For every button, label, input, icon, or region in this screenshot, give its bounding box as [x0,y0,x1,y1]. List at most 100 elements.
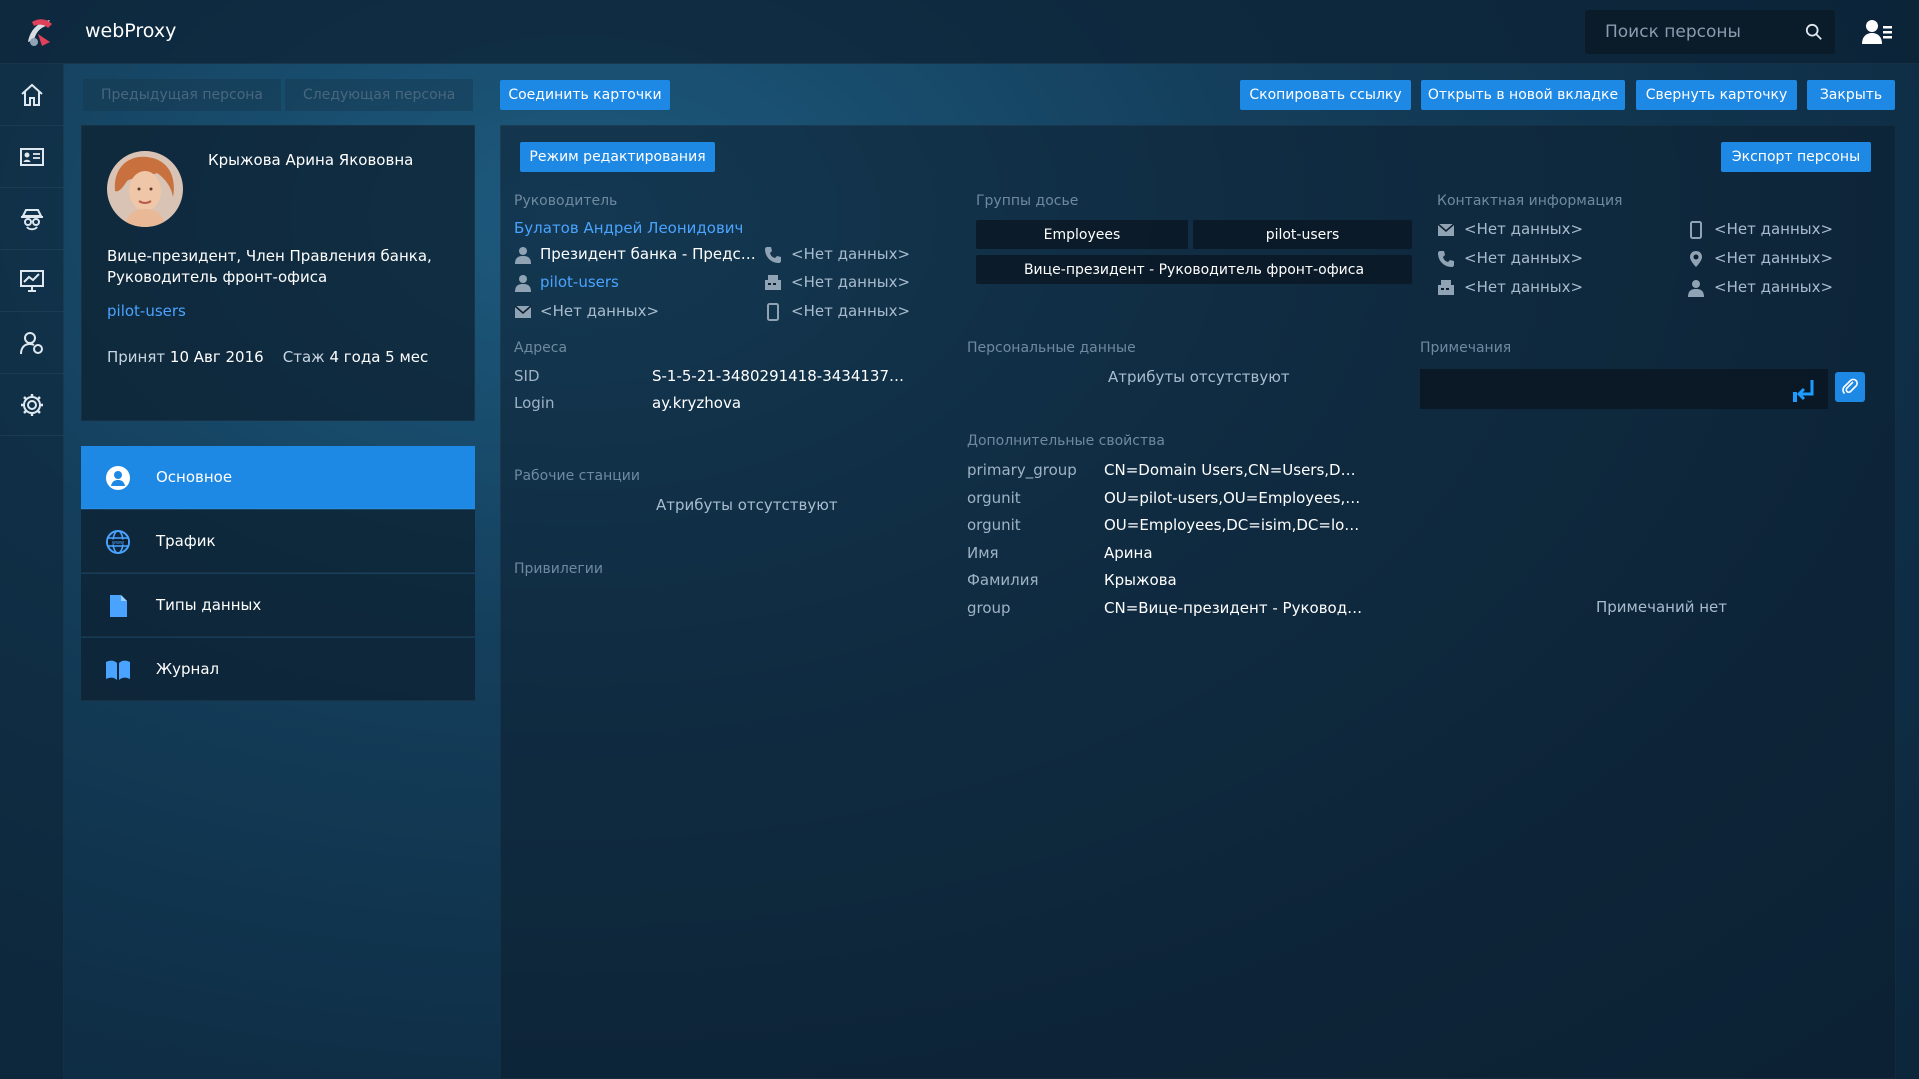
rail-user-settings[interactable] [0,312,64,374]
address-key: SID [514,367,540,385]
user-menu-icon[interactable] [1862,18,1892,46]
manager-group-link[interactable]: pilot-users [540,273,619,291]
person-group-link[interactable]: pilot-users [107,302,186,320]
contact-mobile: <Нет данных> [1714,220,1834,238]
personal-section-label: Персональные данные [967,340,1136,356]
address-value: ay.kryzhova [652,394,742,412]
fax-icon [1438,280,1454,295]
search-icon[interactable] [1805,23,1823,41]
phone-icon [765,247,781,263]
manager-email: <Нет данных> [540,302,660,320]
extra-value: CN=Domain Users,CN=Users,DC=i... [1104,461,1364,479]
tenure-value: 4 года 5 мес [329,348,429,366]
extra-value: CN=Вице-президент - Руководит... [1104,599,1364,617]
webproxy-logo-icon[interactable] [20,12,60,52]
extra-value: OU=pilot-users,OU=Employees,D... [1104,489,1364,507]
contacts-section-label: Контактная информация [1437,193,1623,209]
manager-section-label: Руководитель [514,193,618,209]
rail-settings[interactable] [0,374,64,436]
menu-item-journal[interactable]: Журнал [81,638,475,701]
user-icon [515,275,531,292]
person-title: Вице-президент, Член Правления банка, Ру… [107,247,432,286]
menu-item-label: Трафик [156,532,216,550]
menu-item-main[interactable]: Основное [81,446,475,509]
personal-empty: Атрибуты отсутствуют [1108,368,1290,386]
extra-key: group [967,599,1011,617]
privileges-section-label: Привилегии [514,561,603,577]
copy-link-button[interactable]: Скопировать ссылку [1240,80,1411,110]
file-icon [110,595,127,617]
id-card-icon [20,147,44,166]
left-rail [0,64,64,1079]
top-bar: webProxy [0,0,1919,64]
user-settings-icon [20,331,43,354]
menu-item-traffic[interactable]: www Трафик [81,510,475,573]
prev-person-button[interactable]: Предыдущая персона [83,79,282,111]
group-chip[interactable]: pilot-users [1193,220,1412,249]
group-chip[interactable]: Employees [976,220,1188,249]
extra-key: primary_group [967,461,1077,479]
notes-empty: Примечаний нет [1596,598,1727,616]
rail-id-card[interactable] [0,126,64,188]
search-input[interactable] [1585,10,1795,54]
mobile-icon [767,303,779,321]
rail-monitor[interactable] [0,250,64,312]
merge-cards-button[interactable]: Соединить карточки [500,80,670,110]
gear-icon [21,393,43,416]
edit-mode-button[interactable]: Режим редактирования [520,142,715,172]
extra-section-label: Дополнительные свойства [967,433,1165,449]
menu-item-data-types[interactable]: Типы данных [81,574,475,637]
collapse-card-button[interactable]: Свернуть карточку [1636,80,1797,110]
person-details-panel: Режим редактирования Экспорт персоны Рук… [500,125,1896,1079]
extra-key: orgunit [967,489,1021,507]
export-person-button[interactable]: Экспорт персоны [1721,142,1871,172]
contact-fax: <Нет данных> [1464,278,1584,296]
rail-home[interactable] [0,64,64,126]
send-note-icon[interactable] [1791,378,1817,404]
extra-value: Крыжова [1104,571,1177,589]
avatar [107,151,183,227]
svg-text:www: www [112,540,124,546]
home-icon [21,83,43,106]
manager-position: Президент банка - Председ... [540,245,760,263]
contact-person: <Нет данных> [1714,278,1834,296]
spy-icon [21,208,43,230]
attach-note-button[interactable] [1835,372,1865,402]
extra-key: Имя [967,544,999,562]
globe-www-icon: www [106,530,130,554]
contact-phone: <Нет данных> [1464,249,1584,267]
workstations-empty: Атрибуты отсутствуют [656,496,838,514]
person-meta: Принят 10 Авг 2016 Стаж 4 года 5 мес [107,348,428,366]
person-card: Крыжова Арина Якововна Вице-президент, Ч… [81,125,475,421]
user-icon [1688,280,1704,297]
extra-key: Фамилия [967,571,1039,589]
tenure-label: Стаж [282,348,325,366]
email-icon [514,305,532,318]
contact-location: <Нет данных> [1714,249,1834,267]
menu-item-label: Типы данных [156,596,262,614]
rail-spy[interactable] [0,188,64,250]
notes-input[interactable] [1420,369,1828,409]
extra-value: OU=Employees,DC=isim,DC=local [1104,516,1364,534]
manager-name-link[interactable]: Булатов Андрей Леонидович [514,219,743,237]
close-button[interactable]: Закрыть [1807,80,1895,110]
mobile-icon [1690,221,1702,239]
hired-value: 10 Авг 2016 [169,348,264,366]
menu-item-label: Основное [156,468,233,486]
monitor-chart-icon [20,269,44,292]
user-icon [515,247,531,264]
person-side-menu: Основное www Трафик Типы данных Журнал [81,446,475,701]
book-icon [106,660,130,680]
open-new-tab-button[interactable]: Открыть в новой вкладке [1421,80,1625,110]
extra-value: Арина [1104,544,1153,562]
next-person-button[interactable]: Следующая персона [285,79,474,111]
fax-icon [765,275,781,290]
group-chip[interactable]: Вице-президент - Руководитель фронт-офис… [976,255,1412,284]
menu-item-label: Журнал [156,660,220,678]
search-box [1585,10,1835,54]
phone-icon [1438,251,1454,267]
user-circle-icon [106,466,130,490]
app-title: webProxy [85,20,177,42]
paperclip-icon [1842,378,1858,395]
address-value: S-1-5-21-3480291418-343413770... [652,367,912,385]
